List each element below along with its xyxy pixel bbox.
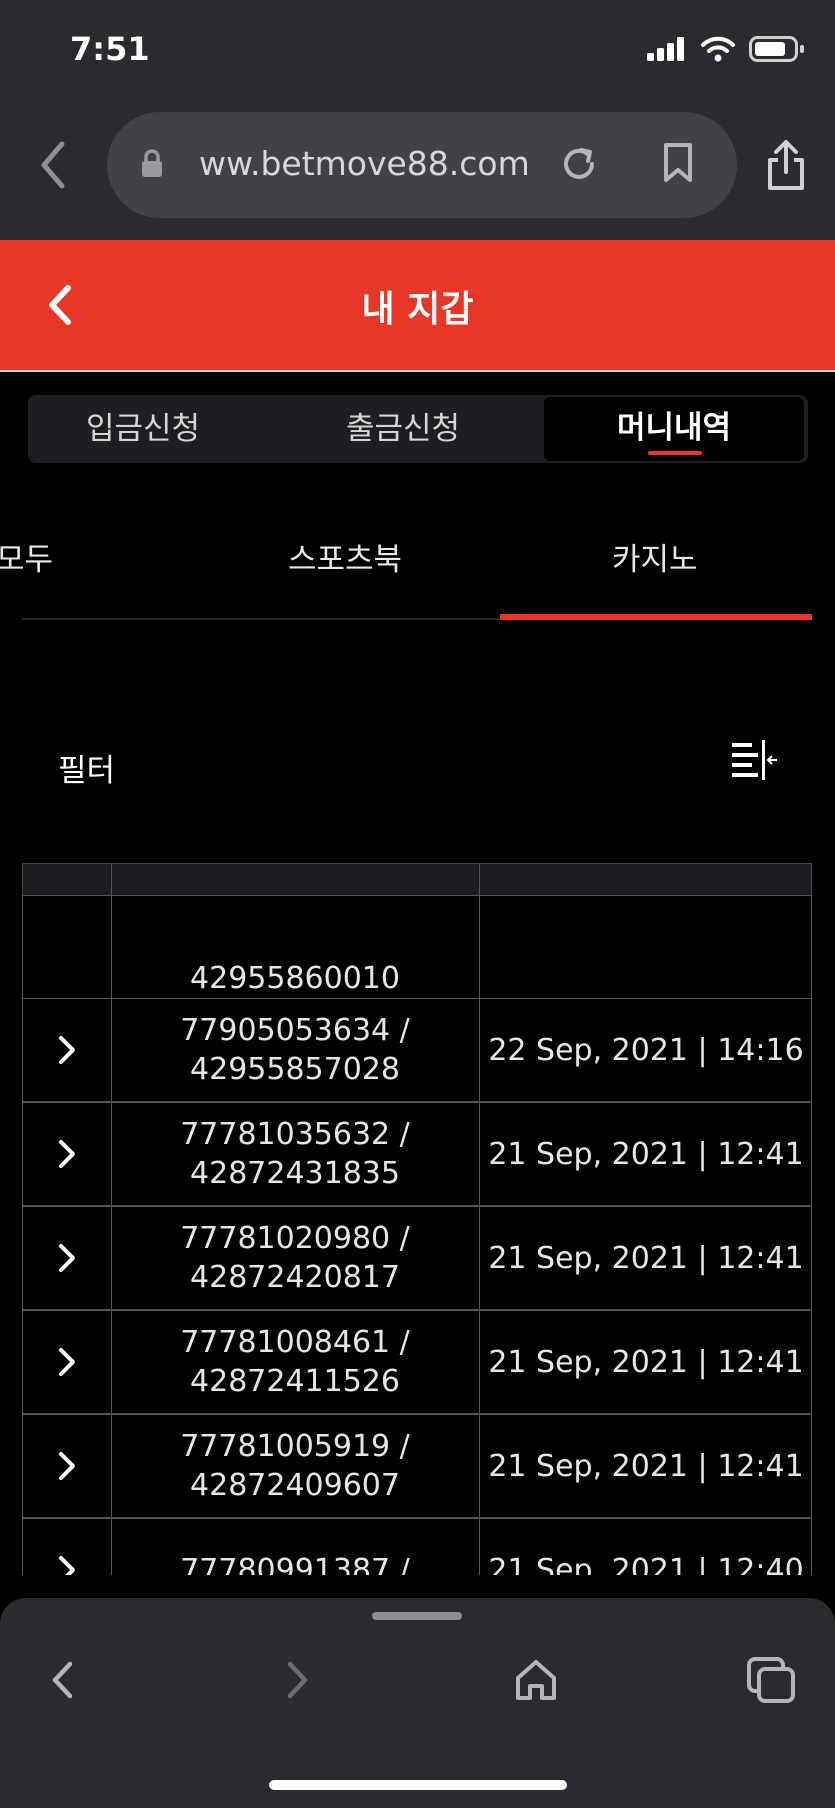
ref-id: 77781005919 / xyxy=(180,1429,410,1464)
table-row[interactable]: 77905053634 / 42955857028 22 Sep, 2021 |… xyxy=(22,998,812,1102)
chevron-right-icon xyxy=(59,1348,75,1376)
category-tabs: 모두 스포츠북 카지노 xyxy=(0,510,812,620)
cell-ref-bet-id: 77781020980 / 42872420817 xyxy=(111,1207,479,1309)
cell-date: 21 Sep, 2021 | 12:41 xyxy=(488,1344,804,1380)
browser-toolbar xyxy=(0,1598,835,1808)
cell-ref-bet-id: 77781035632 / 42872431835 xyxy=(111,1103,479,1205)
chevron-right-icon xyxy=(59,1452,75,1480)
cell-date: 22 Sep, 2021 | 14:16 xyxy=(488,1032,804,1068)
filter-label: 필터 xyxy=(58,753,116,789)
chevron-right-icon xyxy=(59,1036,75,1064)
address-bar[interactable]: ww.betmove88.com xyxy=(107,112,737,218)
expand-row-button[interactable] xyxy=(23,1311,111,1413)
chevron-right-icon xyxy=(59,1244,75,1272)
expand-row-button[interactable] xyxy=(23,1207,111,1309)
cell-ref-bet-id: 77781008461 / 42872411526 xyxy=(111,1311,479,1413)
toolbar-grabber[interactable] xyxy=(372,1612,462,1620)
table-row[interactable]: 42955860010 xyxy=(22,895,812,999)
table-row[interactable]: 77781020980 / 42872420817 21 Sep, 2021 |… xyxy=(22,1206,812,1310)
tab-sportsbook[interactable]: 스포츠북 xyxy=(288,534,402,579)
ref-id: 77905053634 / xyxy=(180,1013,410,1048)
page-title: 내 지갑 xyxy=(361,289,474,330)
tab-withdraw-request[interactable]: 출금신청 xyxy=(288,395,518,463)
cell-date: 21 Sep, 2021 | 12:40 xyxy=(488,1552,804,1576)
expand-row-button[interactable] xyxy=(23,1415,111,1517)
browser-bar: ww.betmove88.com xyxy=(0,100,835,240)
browser-forward-icon[interactable] xyxy=(286,1660,310,1700)
share-icon[interactable] xyxy=(766,138,806,192)
column-divider xyxy=(479,896,480,998)
bet-id: 42872431835 xyxy=(190,1156,400,1191)
table-row[interactable]: 77781008461 / 42872411526 21 Sep, 2021 |… xyxy=(22,1310,812,1414)
ref-id: 77780991387 / xyxy=(180,1552,410,1576)
table-row[interactable]: 77781005919 / 42872409607 21 Sep, 2021 |… xyxy=(22,1414,812,1518)
cell-date: 21 Sep, 2021 | 12:41 xyxy=(488,1240,804,1276)
lock-icon xyxy=(142,149,162,177)
bet-id: 42872409607 xyxy=(190,1468,400,1503)
status-time: 7:51 xyxy=(70,30,150,68)
battery-icon xyxy=(749,36,804,62)
history-table: 참조 ID/베팅 ID 날짜 42955860010 77905053634 /… xyxy=(22,863,812,1575)
tabs-icon[interactable] xyxy=(746,1656,796,1704)
signal-icon xyxy=(647,37,684,61)
home-indicator[interactable] xyxy=(269,1780,567,1790)
tab-deposit-request[interactable]: 입금신청 xyxy=(28,395,258,463)
browser-back-icon[interactable] xyxy=(38,140,68,190)
bet-id: 42872411526 xyxy=(190,1364,400,1399)
cell-bet-id: 42955860010 xyxy=(190,961,400,996)
cell-ref-bet-id: 77780991387 / xyxy=(111,1519,479,1576)
status-bar: 7:51 xyxy=(0,0,835,100)
tab-casino[interactable]: 카지노 xyxy=(612,534,698,579)
bookmark-icon[interactable] xyxy=(662,142,694,184)
bet-id: 42955857028 xyxy=(190,1052,400,1087)
expand-row-button[interactable] xyxy=(23,1103,111,1205)
tab-all[interactable]: 모두 xyxy=(0,534,53,579)
cell-date: 21 Sep, 2021 | 12:41 xyxy=(488,1448,804,1484)
tab-money-history[interactable]: 머니내역 xyxy=(544,397,804,461)
app-header: 내 지갑 xyxy=(0,240,835,372)
chevron-right-icon xyxy=(59,1556,75,1575)
table-row[interactable]: 77781035632 / 42872431835 21 Sep, 2021 |… xyxy=(22,1102,812,1206)
bet-id: 42872420817 xyxy=(190,1260,400,1295)
wallet-segment-control: 입금신청 출금신청 머니내역 xyxy=(28,395,808,463)
browser-back-icon[interactable] xyxy=(50,1660,74,1700)
ref-id: 77781035632 / xyxy=(180,1117,410,1152)
expand-row-button[interactable] xyxy=(23,999,111,1101)
chevron-right-icon xyxy=(59,1140,75,1168)
home-icon[interactable] xyxy=(514,1658,558,1702)
active-tab-indicator xyxy=(500,614,812,620)
cell-ref-bet-id: 77905053634 / 42955857028 xyxy=(111,999,479,1101)
cell-ref-bet-id: 77781005919 / 42872409607 xyxy=(111,1415,479,1517)
url-text: ww.betmove88.com xyxy=(199,144,530,183)
ref-id: 77781008461 / xyxy=(180,1325,410,1360)
ref-id: 77781020980 / xyxy=(180,1221,410,1256)
filter-icon[interactable] xyxy=(730,740,778,782)
table-row[interactable]: 77780991387 / 21 Sep, 2021 | 12:40 xyxy=(22,1518,812,1575)
wifi-icon xyxy=(701,36,735,62)
reload-icon[interactable] xyxy=(559,144,599,184)
expand-row-button[interactable] xyxy=(23,1519,111,1575)
cell-date: 21 Sep, 2021 | 12:41 xyxy=(488,1136,804,1172)
status-icons xyxy=(647,36,805,62)
